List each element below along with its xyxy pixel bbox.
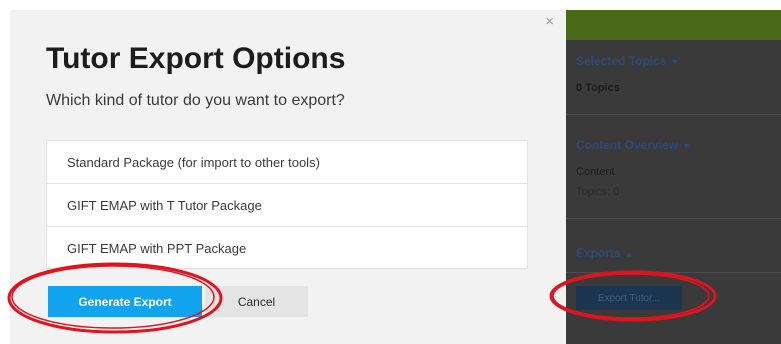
cancel-button[interactable]: Cancel [205,286,308,317]
selected-topics-heading[interactable]: Selected Topics ▼ [576,54,679,68]
caret-down-icon: ▼ [682,141,691,151]
content-label: Content [576,166,615,178]
topics-count: Topics: 0 [576,186,620,198]
content-overview-heading[interactable]: Content Overview ▼ [576,138,691,152]
export-option-list: Standard Package (for import to other to… [46,140,528,269]
caret-up-icon: ▲ [624,249,634,259]
background-sidebar: Selected Topics ▼ 0 Topics Content Overvi… [566,10,781,344]
selected-topics-count: 0 Topics [576,82,620,94]
background-top-bar [566,10,781,40]
close-icon[interactable]: × [545,14,554,29]
option-gift-emap-t-tutor[interactable]: GIFT EMAP with T Tutor Package [47,184,527,227]
exports-heading-label: Exports [576,246,621,260]
section-divider [566,272,781,273]
caret-down-icon: ▼ [670,57,680,67]
option-standard-package[interactable]: Standard Package (for import to other to… [47,141,527,184]
dialog-title: Tutor Export Options [46,42,346,75]
generate-export-button[interactable]: Generate Export [48,286,202,317]
dialog-subtitle: Which kind of tutor do you want to expor… [46,92,345,109]
selected-topics-heading-label: Selected Topics [576,54,667,68]
section-divider [566,114,781,115]
content-overview-heading-label: Content Overview [576,138,679,152]
section-divider [566,218,781,219]
exports-heading[interactable]: Exports ▲ [576,246,634,260]
option-gift-emap-ppt[interactable]: GIFT EMAP with PPT Package [47,227,527,270]
export-tutor-button[interactable]: Export Tutor... [576,286,682,310]
tutor-export-dialog: × Tutor Export Options Which kind of tut… [10,10,566,344]
